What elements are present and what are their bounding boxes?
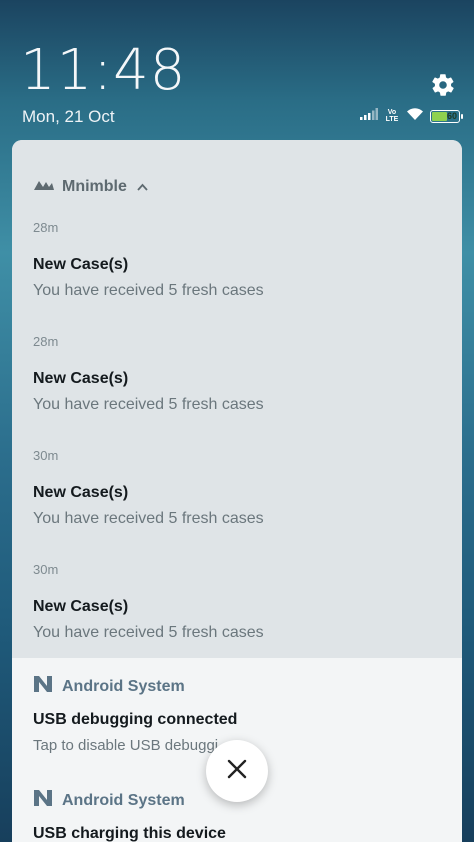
android-n-icon [34,676,52,697]
volte-top: Vo [387,109,397,116]
clear-all-button[interactable] [206,740,268,802]
notification-time: 28m [33,334,59,349]
notification-title: USB debugging connected [33,711,238,728]
notification-item[interactable]: 28m New Case(s) You have received 5 fres… [33,220,453,299]
notification-title: New Case(s) [33,256,129,273]
battery-fill [432,111,447,121]
android-n-icon [34,790,52,811]
chevron-up-icon[interactable] [137,180,148,194]
android-system-header: Android System [34,790,185,811]
date[interactable]: Mon, 21 Oct [22,107,115,127]
notification-time: 30m [33,562,59,577]
close-icon [227,759,247,784]
notification-text: You have received 5 fresh cases [33,282,264,299]
notification-title: New Case(s) [33,598,129,615]
notification-item[interactable]: 28m New Case(s) You have received 5 fres… [33,334,453,413]
notification-panel: Mnimble 28m New Case(s) You have receive… [12,140,462,842]
battery-icon: 60 [430,109,463,123]
mnimble-app-name: Mnimble [62,178,127,195]
notification-title: New Case(s) [33,370,129,387]
notification-title: USB charging this device [33,825,226,842]
android-system-name: Android System [62,791,185,809]
mnimble-notification-group[interactable]: Mnimble 28m New Case(s) You have receive… [12,140,462,658]
notification-title: New Case(s) [33,484,129,501]
mnimble-logo-icon [34,178,54,196]
notification-time: 30m [33,448,59,463]
notification-time: 28m [33,220,59,235]
notification-item[interactable]: 30m New Case(s) You have received 5 fres… [33,562,453,641]
signal-icon [360,107,378,125]
notification-text: You have received 5 fresh cases [33,510,264,527]
android-system-name: Android System [62,677,185,695]
mnimble-group-header[interactable]: Mnimble [34,178,148,196]
wifi-icon [406,107,424,126]
notification-item[interactable]: 30m New Case(s) You have received 5 fres… [33,448,453,527]
notification-text: Tap to disable USB debuggi [33,737,219,754]
android-system-header: Android System [34,676,185,697]
status-icons: Vo LTE 60 [360,107,463,126]
notification-text: You have received 5 fresh cases [33,624,264,641]
volte-bottom: LTE [385,116,399,123]
clock: 11:48 [20,38,187,103]
battery-level: 60 [446,111,457,121]
gear-icon[interactable] [428,70,458,100]
status-area: 11:48 Mon, 21 Oct Vo LTE 60 [0,0,474,140]
notification-text: You have received 5 fresh cases [33,396,264,413]
volte-icon: Vo LTE [384,109,400,123]
